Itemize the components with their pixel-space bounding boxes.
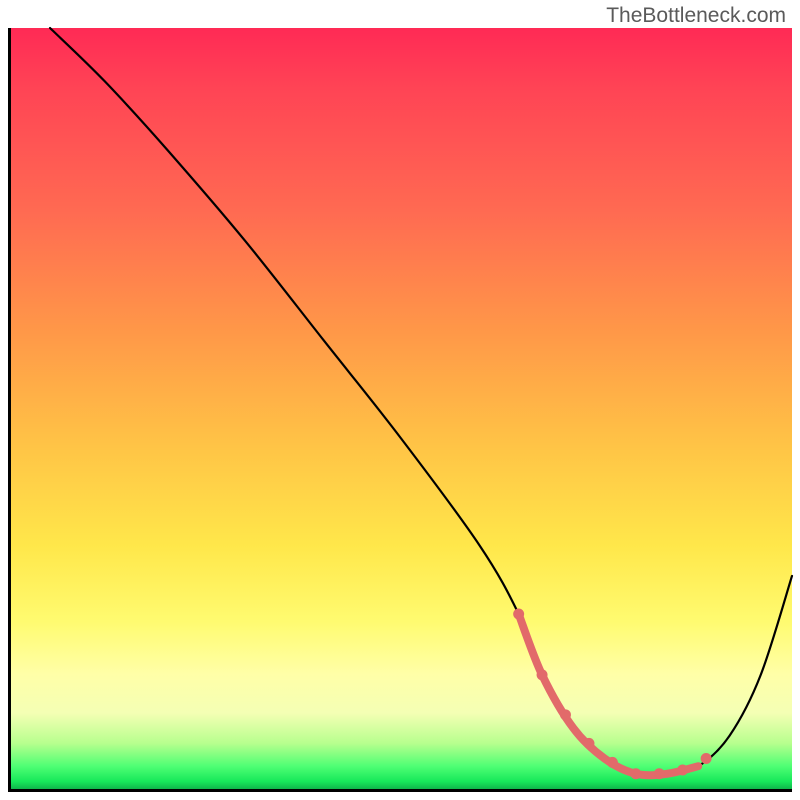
highlight-dot — [654, 768, 665, 779]
highlight-dots — [513, 609, 711, 780]
highlight-dot — [584, 738, 595, 749]
highlight-dot — [607, 757, 618, 768]
highlight-dot — [677, 764, 688, 775]
highlight-dot — [537, 669, 548, 680]
highlight-dot — [630, 768, 641, 779]
highlight-dot — [513, 609, 524, 620]
curve-overlay — [11, 28, 792, 789]
highlight-dot — [560, 709, 571, 720]
watermark-text: TheBottleneck.com — [606, 4, 786, 28]
chart-canvas: TheBottleneck.com — [0, 0, 800, 800]
highlight-segment — [519, 614, 699, 775]
bottleneck-curve — [50, 28, 792, 775]
highlight-dot — [701, 753, 712, 764]
plot-area — [8, 28, 792, 792]
